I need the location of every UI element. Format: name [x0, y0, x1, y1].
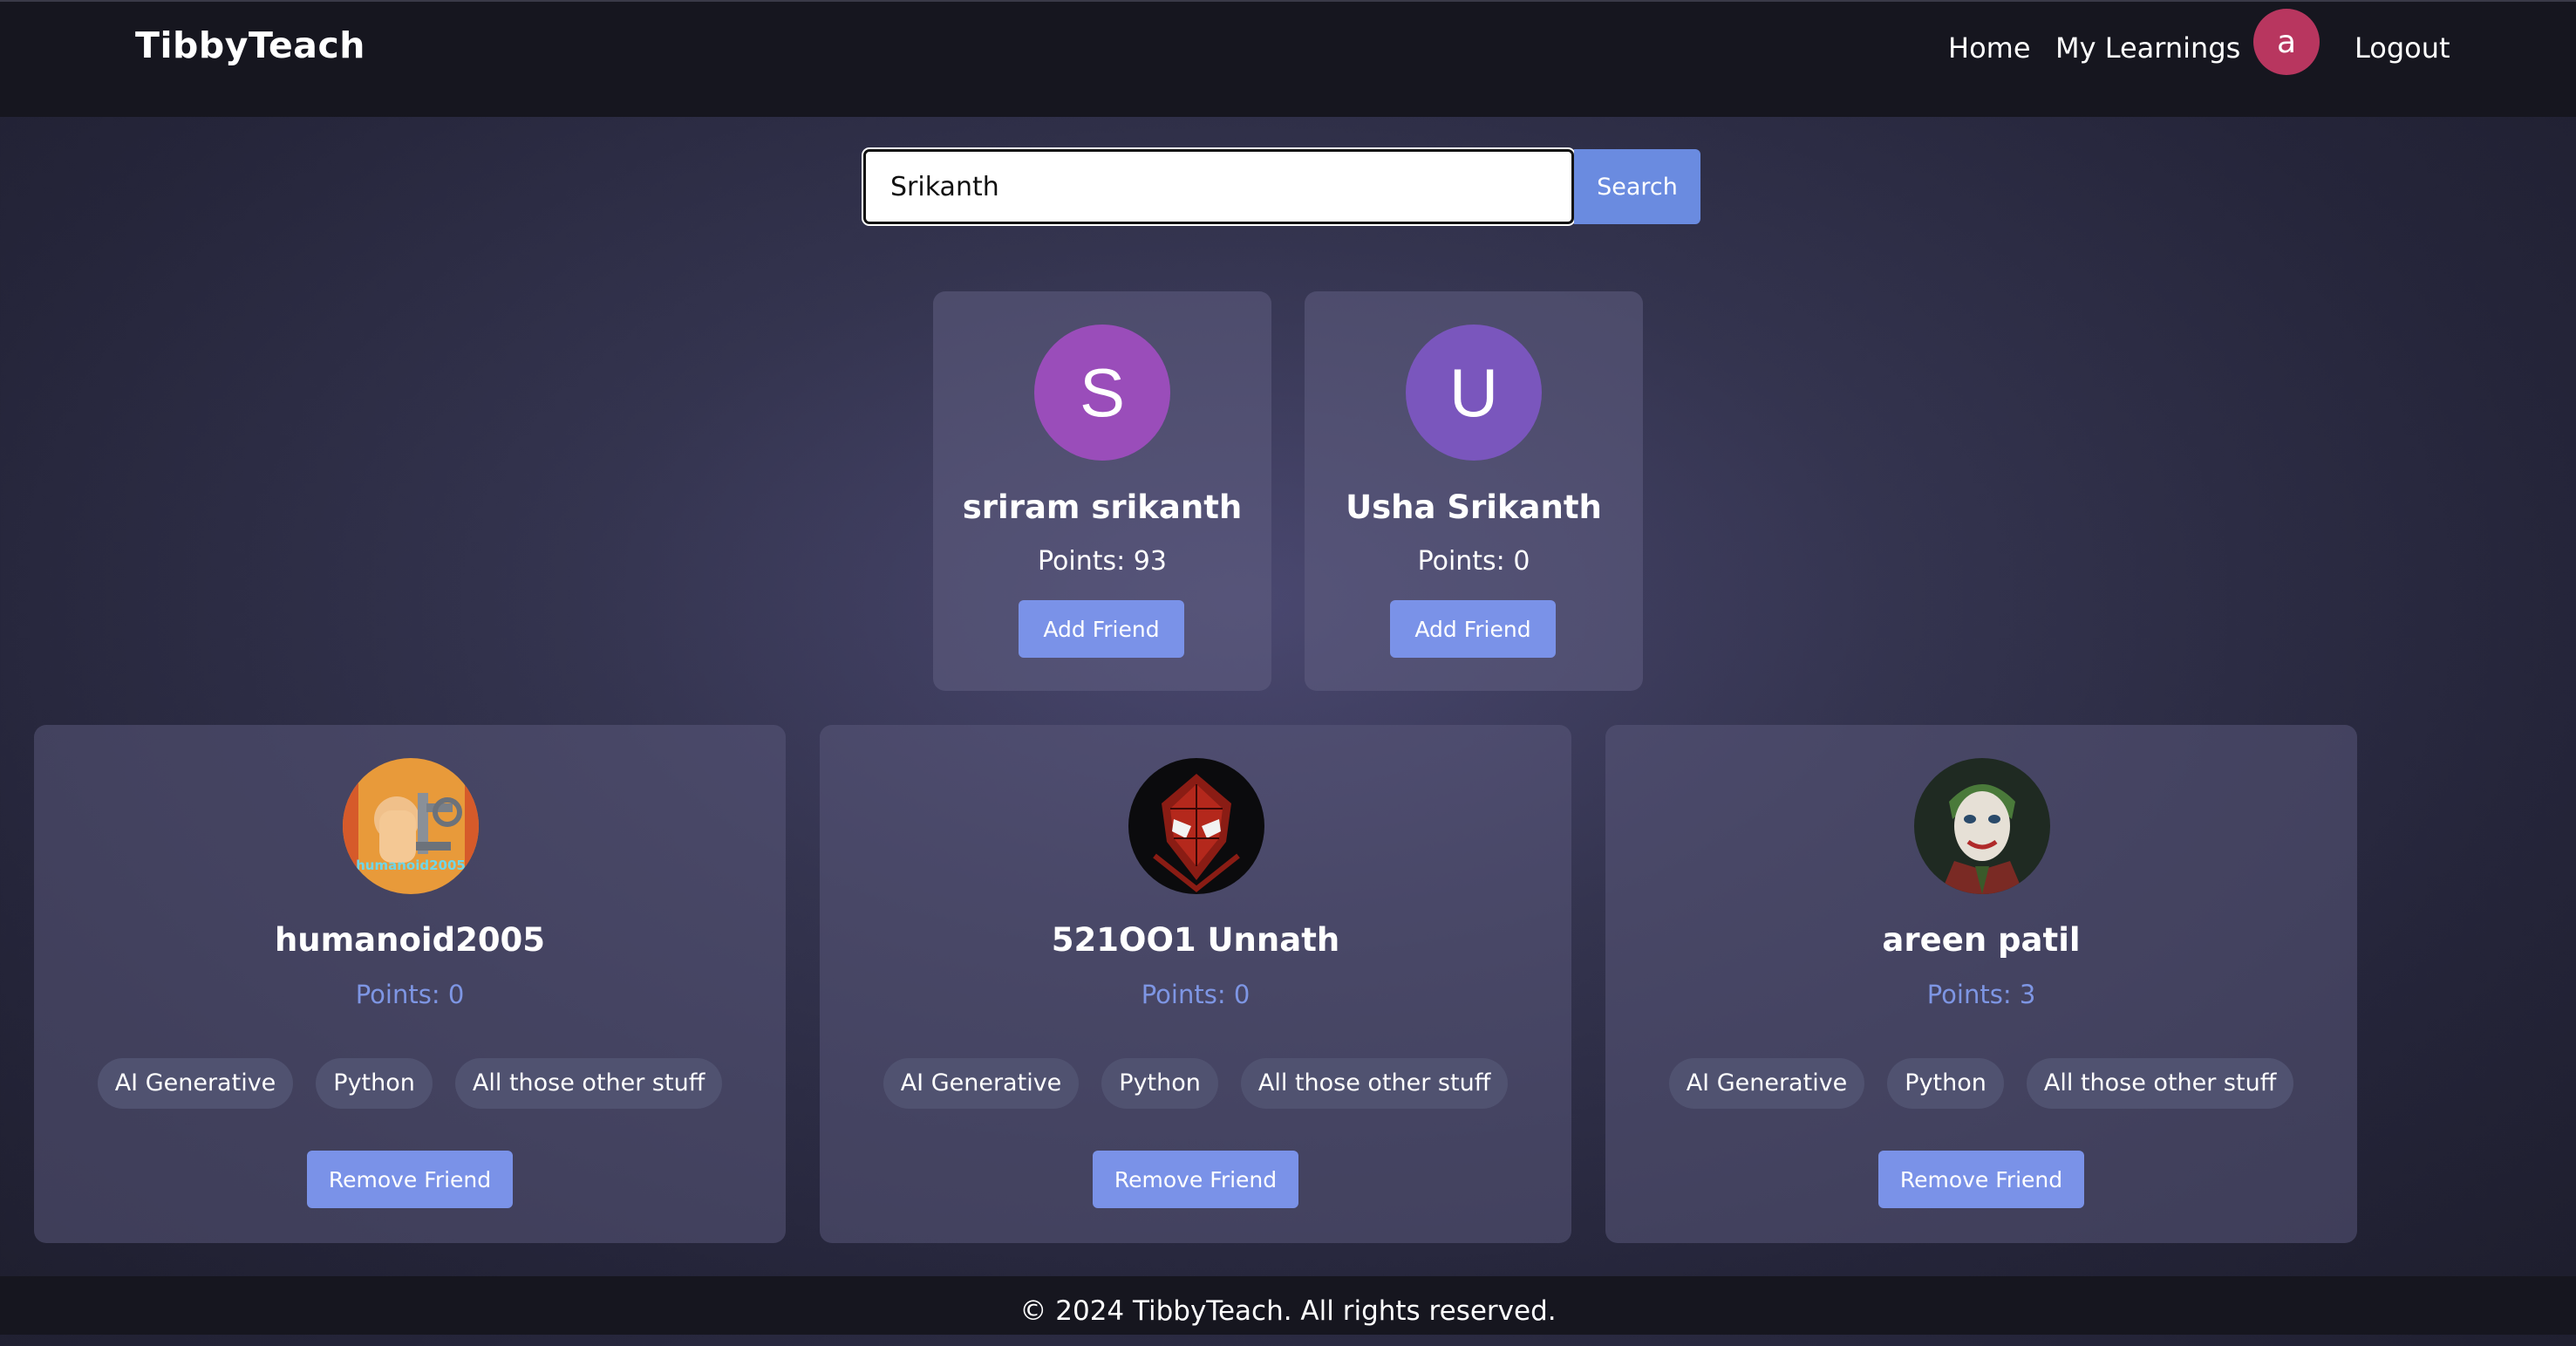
friend-card: 521OO1 Unnath Points: 0 AI Generative Py… [820, 725, 1571, 1243]
search-result-card: U Usha Srikanth Points: 0 Add Friend [1305, 291, 1643, 691]
search-input[interactable] [863, 149, 1574, 224]
nav-logout-link[interactable]: Logout [2355, 31, 2450, 65]
remove-friend-button[interactable]: Remove Friend [1093, 1151, 1298, 1208]
interest-tags: AI Generative Python All those other stu… [34, 1058, 786, 1109]
user-initial-avatar: U [1406, 325, 1542, 461]
interest-tags: AI Generative Python All those other stu… [1605, 1058, 2357, 1109]
interest-tag: All those other stuff [2026, 1058, 2294, 1109]
result-user-points: Points: 93 [1038, 546, 1167, 577]
interest-tags: AI Generative Python All those other stu… [820, 1058, 1571, 1109]
user-initial-avatar: S [1034, 325, 1170, 461]
result-user-name: sriram srikanth [962, 489, 1243, 526]
friend-points: Points: 0 [355, 980, 465, 1009]
friend-name: areen patil [1882, 921, 2081, 959]
friend-points: Points: 0 [1141, 980, 1251, 1009]
interest-tag: AI Generative [1668, 1058, 1865, 1109]
avatar-initial: U [1448, 353, 1499, 431]
avatar-initial: S [1079, 353, 1126, 431]
interest-tag: All those other stuff [454, 1058, 723, 1109]
remove-friend-button[interactable]: Remove Friend [307, 1151, 513, 1208]
friend-card: humanoid2005 humanoid2005 Points: 0 AI G… [34, 725, 786, 1243]
friend-points: Points: 3 [1926, 980, 2036, 1009]
add-friend-button[interactable]: Add Friend [1019, 600, 1184, 658]
add-friend-button[interactable]: Add Friend [1390, 600, 1556, 658]
nav-my-learnings-link[interactable]: My Learnings [2055, 31, 2240, 65]
search-result-card: S sriram srikanth Points: 93 Add Friend [933, 291, 1271, 691]
friend-card: areen patil Points: 3 AI Generative Pyth… [1605, 725, 2357, 1243]
spider-mask-icon [1128, 758, 1264, 894]
result-user-points: Points: 0 [1417, 546, 1530, 577]
page-footer: © 2024 TibbyTeach. All rights reserved. [0, 1276, 2576, 1335]
robot-arm-icon: humanoid2005 [343, 758, 479, 894]
remove-friend-button[interactable]: Remove Friend [1878, 1151, 2084, 1208]
friend-name: 521OO1 Unnath [1051, 921, 1340, 959]
interest-tag: AI Generative [883, 1058, 1080, 1109]
avatar-caption: humanoid2005 [356, 857, 466, 873]
result-user-name: Usha Srikanth [1346, 489, 1602, 526]
interest-tag: All those other stuff [1240, 1058, 1509, 1109]
interest-tag: Python [1101, 1058, 1218, 1109]
joker-portrait-icon [1914, 758, 2050, 894]
user-avatar-letter: a [2276, 24, 2297, 60]
footer-copyright: © 2024 TibbyTeach. All rights reserved. [1019, 1295, 1557, 1327]
friend-name: humanoid2005 [274, 921, 546, 959]
user-avatar[interactable]: a [2253, 9, 2320, 75]
search-button[interactable]: Search [1574, 149, 1700, 224]
nav-home-link[interactable]: Home [1948, 31, 2031, 65]
brand-logo-text[interactable]: TibbyTeach [135, 24, 365, 66]
top-navbar: TibbyTeach Home My Learnings a Logout [0, 0, 2576, 117]
interest-tag: Python [1887, 1058, 2004, 1109]
interest-tag: Python [316, 1058, 433, 1109]
interest-tag: AI Generative [97, 1058, 294, 1109]
